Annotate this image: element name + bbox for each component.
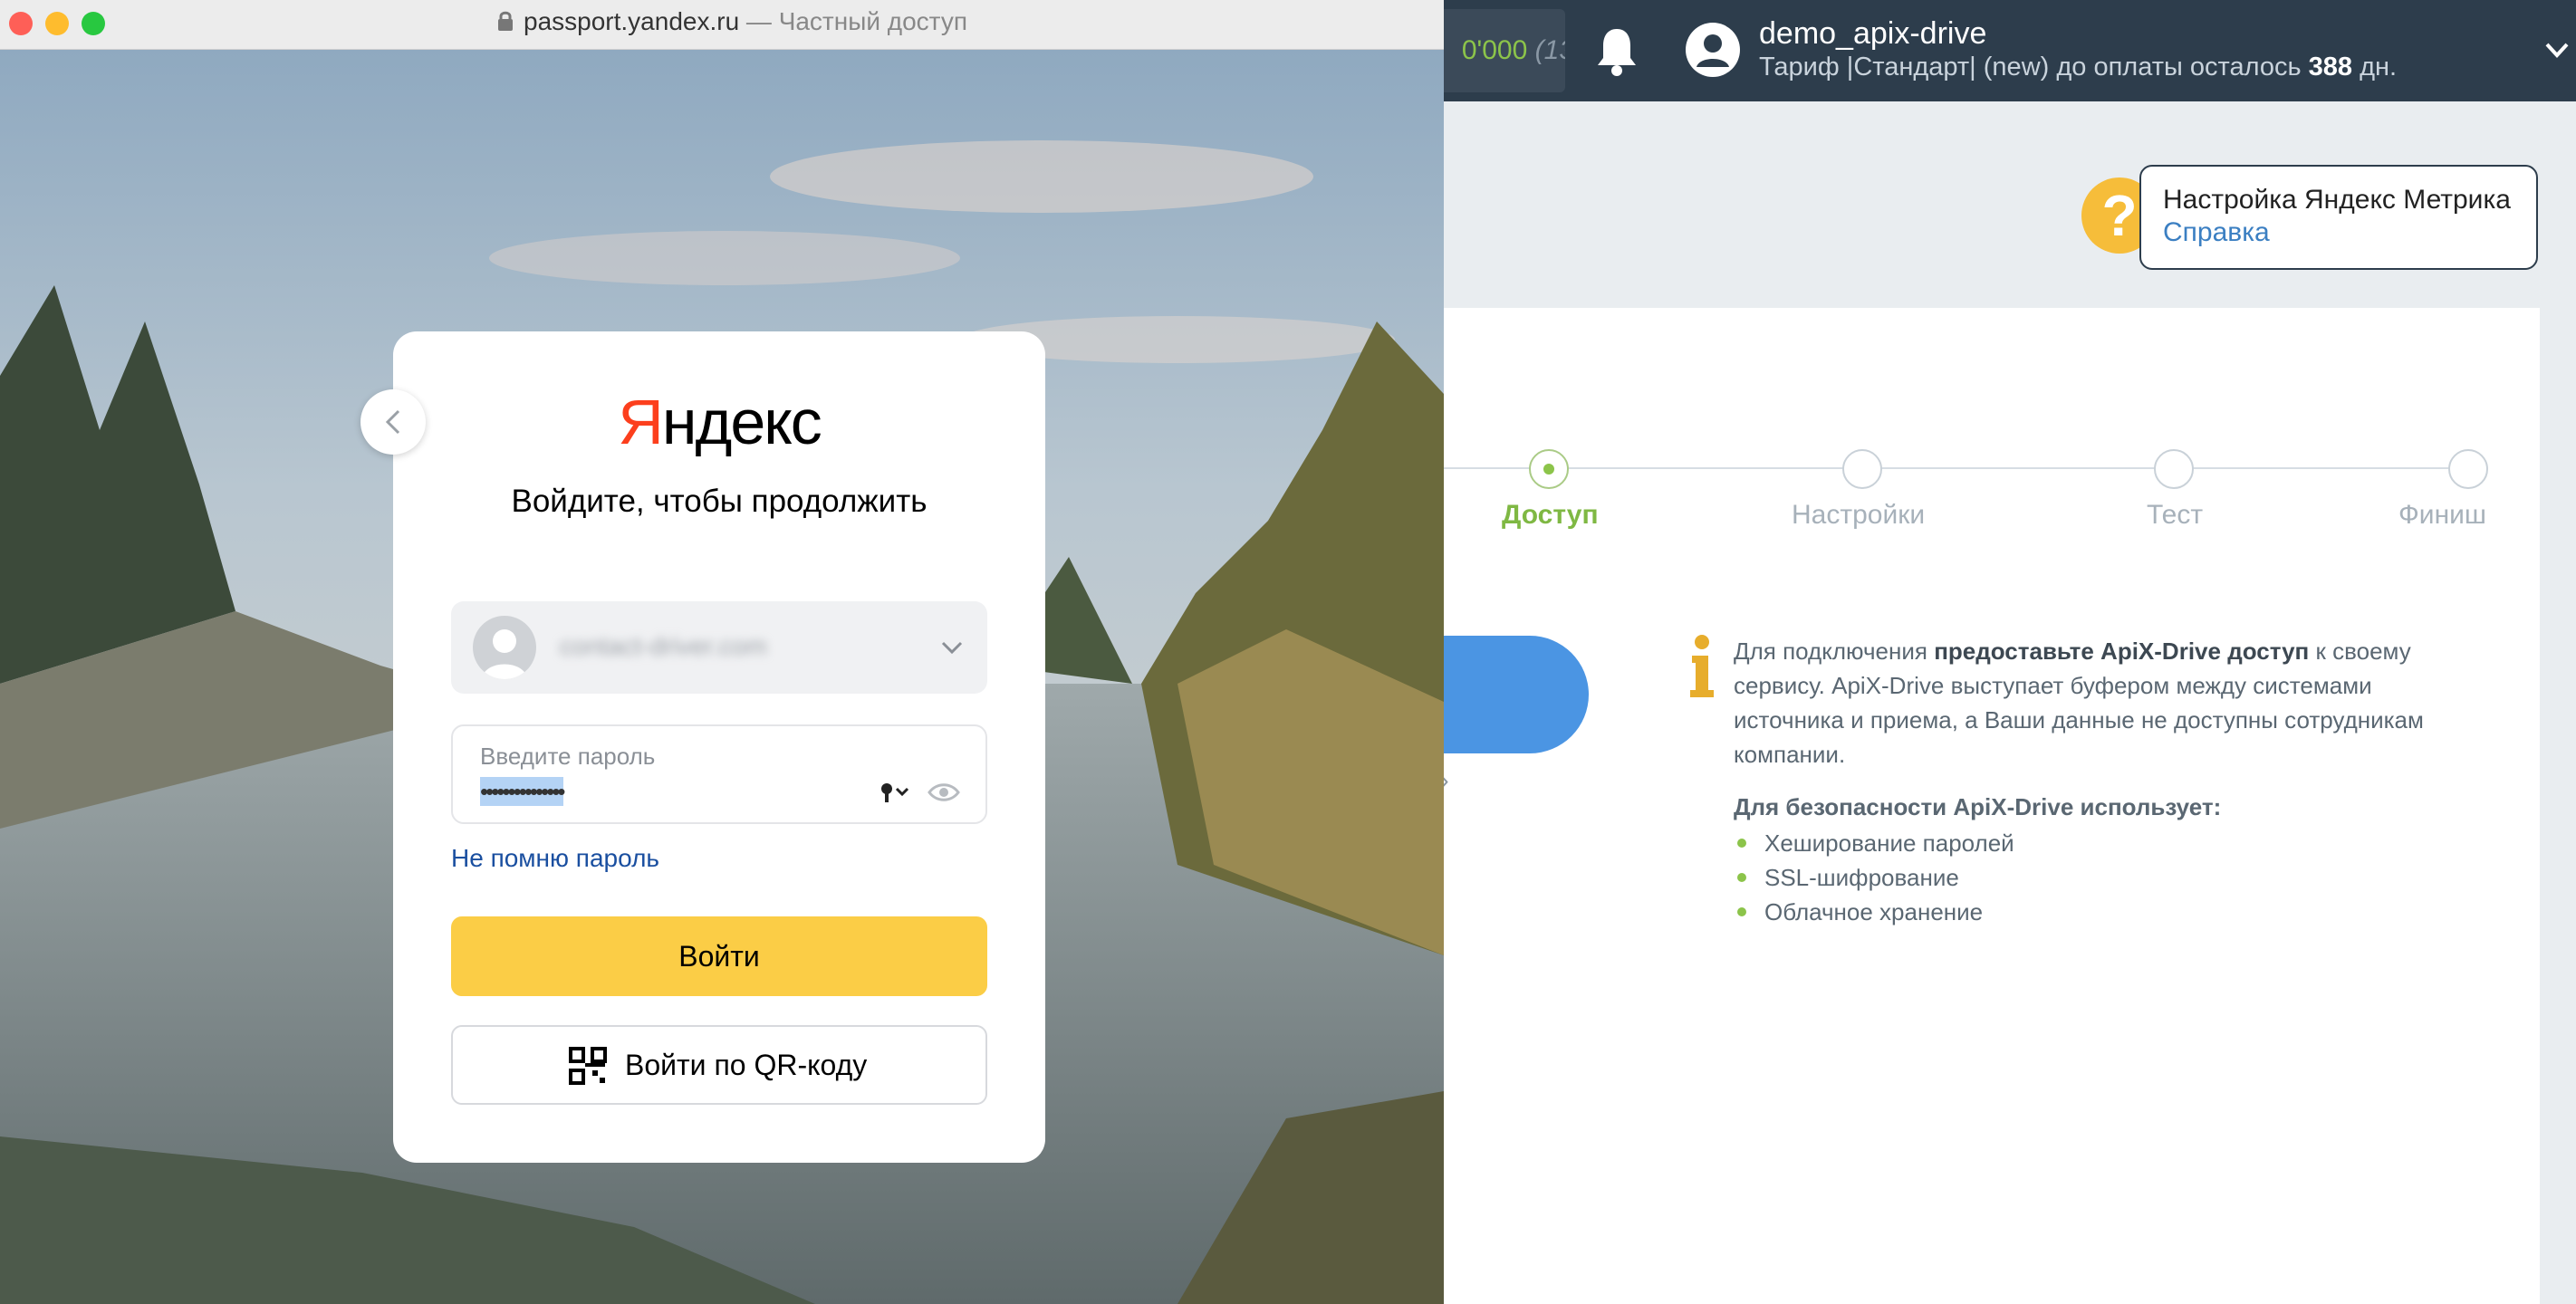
account-avatar <box>473 616 536 679</box>
security-list: Хеширование паролей SSL-шифрование Облач… <box>1734 826 2014 929</box>
progress-line <box>1440 467 2464 469</box>
step-label-test[interactable]: Тест <box>2147 500 2203 531</box>
password-value[interactable]: ••••••••••••••• <box>480 777 566 806</box>
login-button[interactable]: Войти <box>451 916 987 996</box>
chevron-left-icon <box>385 409 400 435</box>
back-button[interactable] <box>360 389 426 455</box>
qr-code-icon <box>569 1047 607 1085</box>
step-dot-test[interactable] <box>2154 449 2194 489</box>
security-item: Облачное хранение <box>1734 895 2014 929</box>
login-card: Яндекс Войдите, чтобы продолжить contact… <box>393 331 1045 1163</box>
logo-letter: Я <box>618 387 664 457</box>
url-host: passport.yandex.ru <box>524 7 740 35</box>
qr-login-button[interactable]: Войти по QR-коду <box>451 1025 987 1105</box>
qr-button-label: Войти по QR-коду <box>625 1049 868 1081</box>
step-dot-finish[interactable] <box>2448 449 2488 489</box>
tariff-info: Тариф |Стандарт| (new) до оплаты осталос… <box>1759 53 2397 82</box>
yandex-logo: Яндекс <box>393 386 1045 458</box>
eye-icon[interactable] <box>928 779 960 806</box>
account-email: contact-driver.com <box>560 632 767 660</box>
browser-titlebar: passport.yandex.ru — Частный доступ <box>0 0 1444 50</box>
password-field[interactable]: Введите пароль ••••••••••••••• <box>451 724 987 824</box>
step-label-access[interactable]: Доступ <box>1502 500 1599 531</box>
security-title: Для безопасности ApiX-Drive использует: <box>1734 793 2222 820</box>
tariff-suffix: дн. <box>2360 53 2398 82</box>
help-title: Настройка Яндекс Метрика <box>2163 185 2511 215</box>
login-title: Войдите, чтобы продолжить <box>511 484 928 519</box>
url-bar[interactable]: passport.yandex.ru — Частный доступ <box>496 7 967 36</box>
info-text: Для подключения предоставьте ApiX-Drive … <box>1734 634 2431 772</box>
balance-value: 0'000 <box>1461 35 1528 65</box>
tariff-prefix: Тариф |Стандарт| (new) до оплаты осталос… <box>1759 53 2302 82</box>
info-icon <box>1690 635 1714 697</box>
close-window-button[interactable] <box>9 12 33 35</box>
help-box: Настройка Яндекс Метрика Справка <box>2139 165 2538 270</box>
popup-window: passport.yandex.ru — Частный доступ Янде… <box>0 0 1444 1304</box>
url-suffix: — Частный доступ <box>745 7 967 35</box>
step-dot-access[interactable] <box>1529 449 1569 489</box>
key-icon[interactable] <box>879 779 915 806</box>
chevron-down-icon[interactable] <box>2543 36 2571 63</box>
security-item: Хеширование паролей <box>1734 826 2014 860</box>
lock-icon <box>498 11 513 31</box>
help-link[interactable]: Справка <box>2163 217 2536 248</box>
step-label-finish[interactable]: Финиш <box>2398 500 2486 531</box>
maximize-window-button[interactable] <box>82 12 105 35</box>
balance-sub: (13 <box>1534 35 1565 65</box>
forgot-password-link[interactable]: Не помню пароль <box>451 844 659 873</box>
account-select[interactable]: contact-driver.com <box>451 601 987 694</box>
chevron-down-icon[interactable] <box>938 634 966 661</box>
info-bold: предоставьте ApiX-Drive доступ <box>1934 638 2310 665</box>
username[interactable]: demo_apix-drive <box>1759 16 1986 52</box>
tariff-days: 388 <box>2308 53 2353 82</box>
password-label: Введите пароль <box>480 743 656 770</box>
logo-rest: ндекс <box>661 387 822 457</box>
bell-icon[interactable] <box>1594 25 1639 76</box>
security-item: SSL-шифрование <box>1734 860 2014 895</box>
person-icon <box>482 629 527 679</box>
step-dot-settings[interactable] <box>1842 449 1882 489</box>
user-avatar-icon[interactable] <box>1685 22 1741 78</box>
minimize-window-button[interactable] <box>45 12 69 35</box>
info-intro: Для подключения <box>1734 638 1927 665</box>
step-label-settings[interactable]: Настройки <box>1792 500 1925 531</box>
